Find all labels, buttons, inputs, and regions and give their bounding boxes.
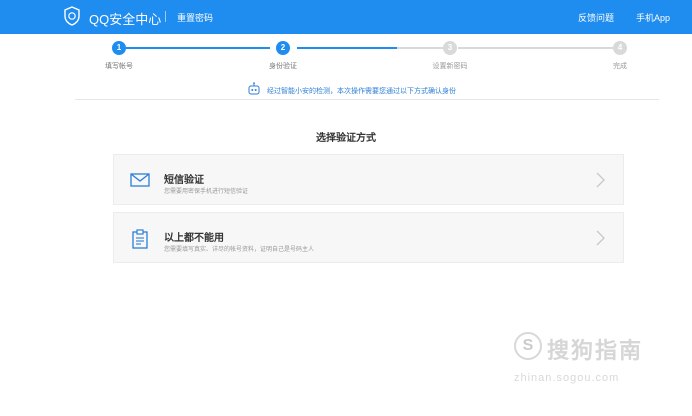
mobile-app-link[interactable]: 手机App [636,11,670,24]
step-2-label: 身份验证 [269,63,297,70]
appeal-option-desc: 您需要填写真实、详尽的帐号资料，证明自己是号码主人 [164,247,315,253]
watermark-s-icon: S [514,332,542,360]
sogou-watermark: S 搜狗指南 zhinan.sogou.com [514,332,674,392]
sms-option-desc: 您需要用密保手机进行短信验证 [164,189,249,195]
step-2-circle: 2 [276,41,290,55]
sms-option-title: 短信验证 [164,175,204,186]
shield-logo-icon [64,6,80,26]
step-4-circle: 4 [613,41,627,55]
step-line-2-rest [397,47,443,49]
sms-verification-option[interactable]: 短信验证 您需要用密保手机进行短信验证 [113,154,624,205]
step-3-label: 设置新密码 [432,63,468,70]
security-notice: 经过智能小安的检测，本次操作需要您通过以下方式确认身份 [267,88,456,95]
step-1-circle: 1 [112,41,126,55]
envelope-icon [130,173,150,187]
step-1-label: 填写帐号 [105,63,133,70]
clipboard-icon [132,229,148,249]
step-line-1 [126,47,270,49]
page-subtitle: 重置密码 [177,13,214,23]
chevron-right-icon [596,230,605,246]
watermark-text: 搜狗指南 [547,338,644,363]
watermark-url: zhinan.sogou.com [514,372,620,384]
step-3-circle: 3 [443,41,457,55]
header-divider [165,11,166,22]
brand-title[interactable]: QQ安全中心 [89,9,161,28]
step-4-label: 完成 [613,63,627,70]
section-title: 选择验证方式 [316,133,376,144]
robot-assistant-icon [248,82,260,95]
appeal-option-title: 以上都不能用 [164,233,224,244]
manual-appeal-option[interactable]: 以上都不能用 您需要填写真实、详尽的帐号资料，证明自己是号码主人 [113,212,624,263]
step-line-3 [458,47,613,49]
chevron-right-icon [596,172,605,188]
feedback-link[interactable]: 反馈问题 [578,11,614,24]
notice-divider [75,99,659,100]
top-bar: QQ安全中心 重置密码 反馈问题 手机App [0,0,692,34]
